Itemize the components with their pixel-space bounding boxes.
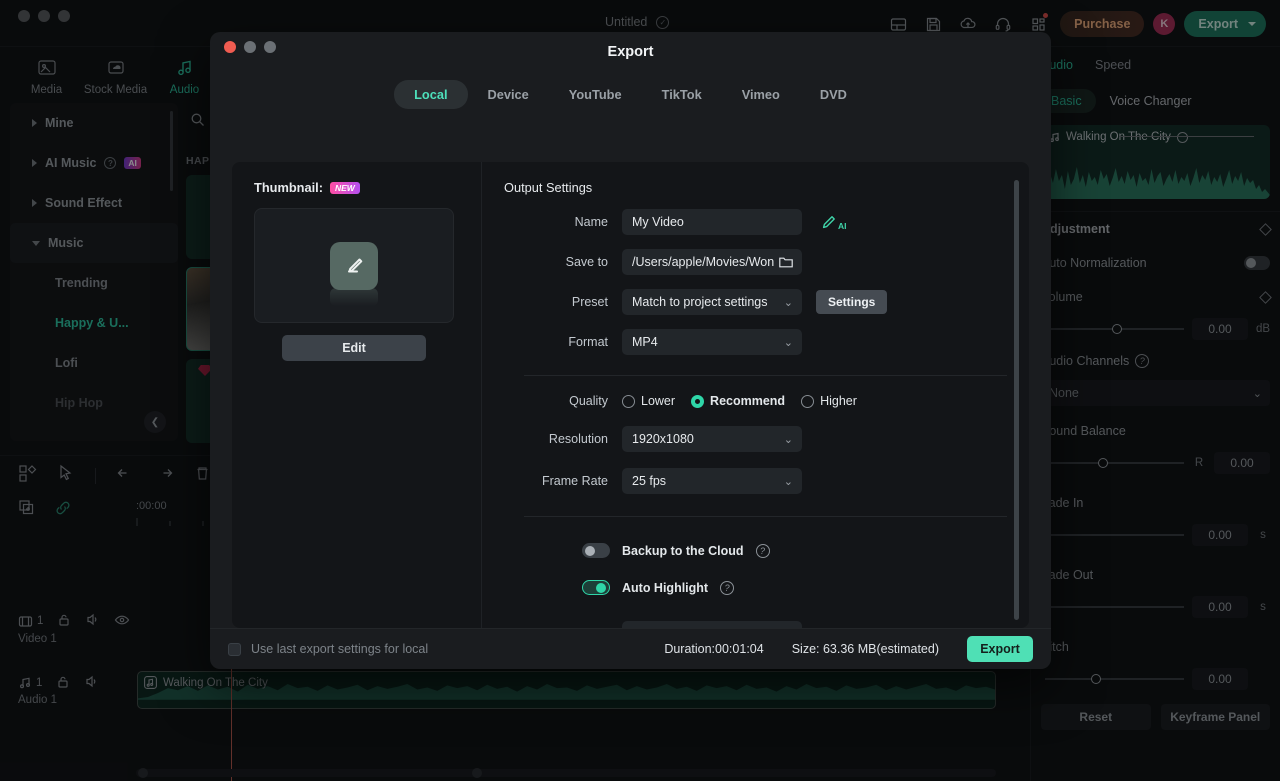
export-meta: Duration:00:01:04 Size: 63.36 MB(estimat… <box>664 642 939 656</box>
quality-option-lower[interactable]: Lower <box>622 394 675 408</box>
tab-local[interactable]: Local <box>394 80 467 109</box>
auto-highlight-row: Auto Highlight ? <box>582 580 1029 595</box>
auto-highlight-toggle[interactable] <box>582 580 610 595</box>
export-dialog: Export Local Device YouTube TikTok Vimeo… <box>210 32 1051 669</box>
radio-circle-icon <box>622 395 635 408</box>
thumbnail-panel: Thumbnail: NEW Edit <box>232 162 482 628</box>
export-confirm-button[interactable]: Export <box>967 636 1033 662</box>
ai-label: AI <box>838 221 847 231</box>
edit-thumbnail-button[interactable]: Edit <box>282 335 426 361</box>
preset-row: Preset Match to project settings ⌄ Setti… <box>482 289 1029 315</box>
framerate-select[interactable]: 25 fps ⌄ <box>622 468 802 494</box>
chevron-down-icon: ⌄ <box>784 433 793 446</box>
use-last-settings-label: Use last export settings for local <box>251 642 428 656</box>
name-input[interactable]: My Video <box>622 209 802 235</box>
output-settings-title: Output Settings <box>504 180 1029 195</box>
tab-dvd[interactable]: DVD <box>800 80 867 109</box>
framerate-label: Frame Rate <box>482 474 622 488</box>
save-to-input[interactable]: /Users/apple/Movies/Won <box>622 249 802 275</box>
resolution-label: Resolution <box>482 432 622 446</box>
resolution-value: 1920x1080 <box>632 432 694 446</box>
name-value: My Video <box>632 215 684 229</box>
new-badge: NEW <box>330 182 360 194</box>
help-icon[interactable]: ? <box>756 544 770 558</box>
tab-tiktok[interactable]: TikTok <box>642 80 722 109</box>
dialog-body: Thumbnail: NEW Edit Output Settings <box>232 162 1029 628</box>
framerate-value: 25 fps <box>632 474 666 488</box>
thumbnail-label: Thumbnail: <box>254 180 323 195</box>
save-to-row: Save to /Users/apple/Movies/Won <box>482 249 1029 275</box>
dialog-title: Export <box>210 44 1051 60</box>
format-row: Format MP4 ⌄ <box>482 329 1029 355</box>
name-row: Name My Video AI <box>482 209 1029 235</box>
quality-options: Lower Recommend Higher <box>622 394 857 408</box>
thumbnail-label-group: Thumbnail: NEW <box>254 180 481 195</box>
help-icon[interactable]: ? <box>720 581 734 595</box>
auto-highlight-label: Auto Highlight <box>622 581 708 595</box>
pencil-reflection <box>330 288 378 306</box>
ai-rename-icon[interactable]: AI <box>820 214 847 231</box>
chevron-down-icon: ⌄ <box>784 296 793 309</box>
folder-icon[interactable] <box>778 254 794 273</box>
tab-youtube[interactable]: YouTube <box>549 80 642 109</box>
save-to-label: Save to <box>482 255 622 269</box>
quality-option-higher[interactable]: Higher <box>801 394 857 408</box>
dialog-header: Export <box>210 32 1051 70</box>
quality-row: Quality Lower Recommend Higher <box>482 394 1029 408</box>
backup-cloud-row: Backup to the Cloud ? <box>582 543 1029 558</box>
dialog-footer: Use last export settings for local Durat… <box>210 628 1051 669</box>
chevron-down-icon: ⌄ <box>784 475 793 488</box>
resolution-select[interactable]: 1920x1080 ⌄ <box>622 426 802 452</box>
format-select[interactable]: MP4 ⌄ <box>622 329 802 355</box>
size-text: Size: 63.36 MB(estimated) <box>792 642 939 656</box>
use-last-settings-checkbox[interactable] <box>228 643 241 656</box>
quality-recommend-label: Recommend <box>710 394 785 408</box>
tab-vimeo[interactable]: Vimeo <box>722 80 800 109</box>
backup-cloud-toggle[interactable] <box>582 543 610 558</box>
save-to-value: /Users/apple/Movies/Won <box>632 255 774 269</box>
settings-divider <box>524 375 1007 376</box>
resolution-row: Resolution 1920x1080 ⌄ <box>482 426 1029 452</box>
name-label: Name <box>482 215 622 229</box>
quality-option-recommend[interactable]: Recommend <box>691 394 785 408</box>
preset-select[interactable]: Match to project settings ⌄ <box>622 289 802 315</box>
backup-cloud-label: Backup to the Cloud <box>622 544 744 558</box>
output-settings-panel: Output Settings Name My Video AI Save to… <box>482 162 1029 628</box>
toggles-divider <box>524 516 1007 517</box>
duration-text: Duration:00:01:04 <box>664 642 763 656</box>
quality-label: Quality <box>482 394 622 408</box>
format-label: Format <box>482 335 622 349</box>
clipped-next-field[interactable] <box>622 621 802 628</box>
preset-label: Preset <box>482 295 622 309</box>
radio-circle-selected-icon <box>691 395 704 408</box>
export-target-tabs: Local Device YouTube TikTok Vimeo DVD <box>210 80 1051 109</box>
edit-pencil-icon <box>330 242 378 290</box>
format-value: MP4 <box>632 335 658 349</box>
quality-higher-label: Higher <box>820 394 857 408</box>
quality-lower-label: Lower <box>641 394 675 408</box>
tab-device[interactable]: Device <box>468 80 549 109</box>
preset-settings-button[interactable]: Settings <box>816 290 887 314</box>
framerate-row: Frame Rate 25 fps ⌄ <box>482 468 1029 494</box>
preset-value: Match to project settings <box>632 295 767 309</box>
settings-scrollbar[interactable] <box>1014 180 1019 620</box>
thumbnail-preview[interactable] <box>254 208 454 323</box>
chevron-down-icon: ⌄ <box>784 336 793 349</box>
radio-circle-icon <box>801 395 814 408</box>
